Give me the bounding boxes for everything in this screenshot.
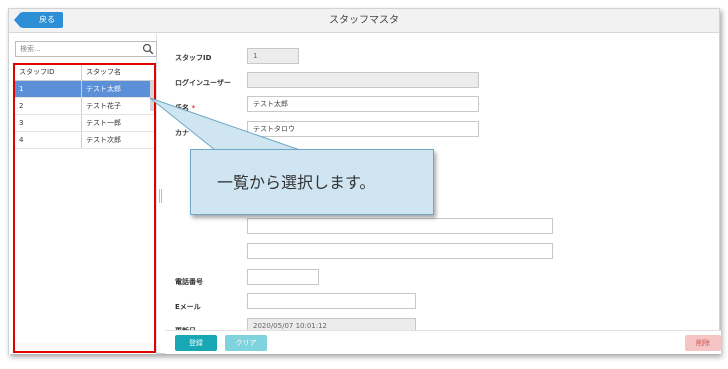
delete-button[interactable]: 削除: [685, 335, 721, 351]
name-label-text: 氏名: [175, 104, 189, 112]
row-name: テスト太郎: [86, 85, 121, 93]
staff-list-panel: スタッフID スタッフ名 1 テスト太郎 2 テスト花子 3 テスト一郎 4 テ…: [9, 34, 157, 354]
staff-list: スタッフID スタッフ名 1 テスト太郎 2 テスト花子 3 テスト一郎 4 テ…: [13, 63, 156, 353]
column-header-name[interactable]: スタッフ名: [82, 65, 154, 80]
kana-field[interactable]: テストタロウ: [247, 121, 479, 137]
horizontal-scrollbar[interactable]: [15, 343, 154, 351]
name-field[interactable]: テスト太郎: [247, 96, 479, 112]
row-name: テスト一郎: [86, 119, 121, 127]
row-id: 4: [15, 132, 82, 148]
vertical-scrollbar[interactable]: [150, 81, 154, 111]
required-mark: *: [191, 104, 196, 112]
email-field[interactable]: [247, 293, 416, 309]
login-user-label: ログインユーザー: [175, 79, 231, 87]
address-line2-field[interactable]: [247, 243, 553, 259]
column-header-id[interactable]: スタッフID: [15, 65, 82, 80]
save-button[interactable]: 登録: [175, 335, 217, 351]
row-id: 2: [15, 98, 82, 114]
list-row[interactable]: 4 テスト次郎: [15, 132, 154, 149]
footer-bar: 登録 クリア 削除: [165, 330, 721, 354]
address-line1-field[interactable]: [247, 218, 553, 234]
list-row[interactable]: 2 テスト花子: [15, 98, 154, 115]
login-user-field: [247, 72, 479, 88]
name-label: 氏名 *: [175, 103, 195, 113]
staff-id-field: 1: [247, 48, 299, 64]
search-box: [15, 41, 157, 57]
kana-label: カナ: [175, 129, 189, 137]
phone-field[interactable]: [247, 269, 319, 285]
search-icon[interactable]: [142, 43, 154, 55]
clear-button[interactable]: クリア: [225, 335, 267, 351]
header-bar: 戻る スタッフマスタ: [9, 9, 719, 33]
page-title: スタッフマスタ: [329, 15, 399, 26]
row-id: 1: [15, 81, 82, 97]
row-id: 3: [15, 115, 82, 131]
list-header: スタッフID スタッフ名: [15, 65, 154, 81]
callout-box: 一覧から選択します。: [190, 149, 434, 215]
row-name: テスト花子: [86, 102, 121, 110]
phone-label: 電話番号: [175, 278, 203, 286]
panel-splitter-handle[interactable]: [159, 189, 162, 203]
search-input[interactable]: [16, 42, 136, 56]
staff-id-label: スタッフID: [175, 54, 212, 62]
row-name: テスト次郎: [86, 136, 121, 144]
list-row[interactable]: 3 テスト一郎: [15, 115, 154, 132]
list-row[interactable]: 1 テスト太郎: [15, 81, 154, 98]
email-label: Eメール: [175, 303, 201, 311]
